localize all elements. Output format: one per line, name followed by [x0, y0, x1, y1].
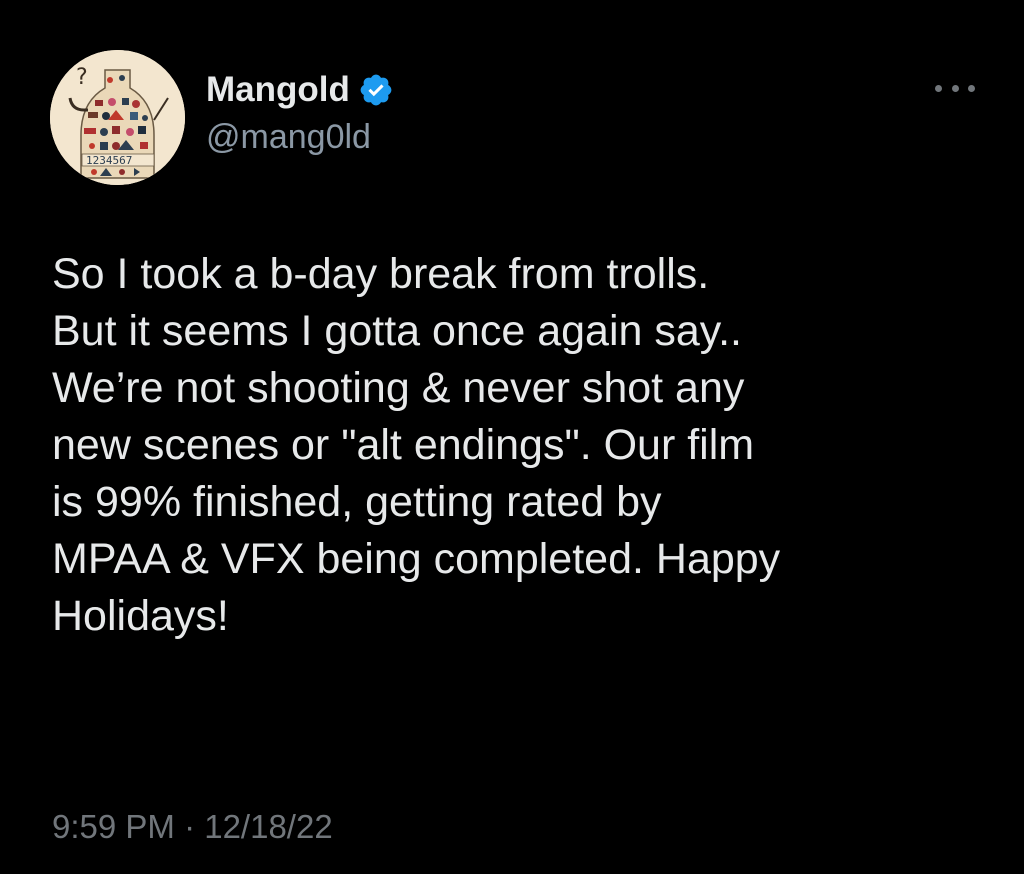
more-dot — [935, 84, 942, 92]
avatar-image: ? 1234567 — [50, 50, 185, 185]
display-name[interactable]: Mangold — [206, 70, 350, 110]
avatar-digits: 1234567 — [86, 154, 132, 167]
more-dot — [951, 84, 959, 92]
verified-badge-icon — [358, 72, 394, 108]
more-options-icon[interactable] — [935, 78, 975, 98]
name-row: Mangold — [206, 68, 394, 112]
user-handle[interactable]: @mang0ld — [206, 118, 371, 157]
svg-text:?: ? — [76, 65, 88, 90]
tweet-timestamp[interactable]: 9:59 PM · 12/18/22 — [52, 808, 333, 846]
more-dot — [968, 84, 975, 92]
avatar[interactable]: ? 1234567 — [50, 50, 185, 185]
tweet-card: ? 1234567 Mangold @mang0ld So I took a b… — [0, 0, 1024, 874]
tweet-text: So I took a b-day break from trolls. But… — [52, 250, 781, 640]
